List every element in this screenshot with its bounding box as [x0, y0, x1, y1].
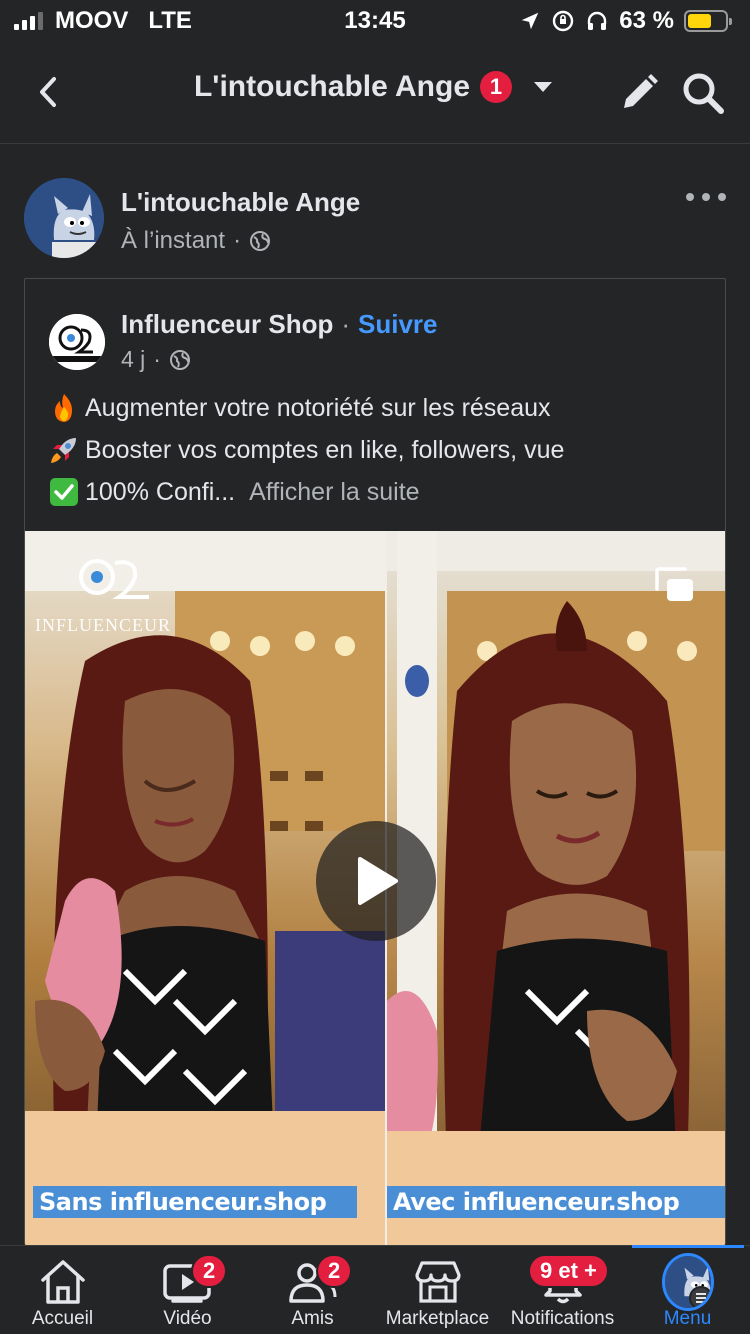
- headphones-icon: [588, 11, 607, 30]
- tab-video[interactable]: Vidéo 2: [125, 1246, 250, 1334]
- meta-separator: ·: [233, 227, 242, 254]
- tab-label: Amis: [291, 1308, 334, 1329]
- orientation-lock-icon: [553, 10, 574, 32]
- woman-after-illustration: [387, 531, 725, 1245]
- tab-label: Notifications: [510, 1308, 615, 1329]
- post-text-line-1: Augmenter votre notoriété sur les réseau…: [85, 394, 551, 422]
- caption-after: Avec influenceur.shop: [387, 1186, 725, 1218]
- influenceur-logo-icon: [49, 314, 105, 370]
- menu-avatar-icon: [661, 1253, 714, 1311]
- shared-post-time[interactable]: 4 j: [121, 346, 145, 373]
- status-bar: MOOV LTE 13:45 63 %: [0, 0, 750, 42]
- battery-icon: [684, 10, 732, 32]
- page-title: L'intouchable Ange: [193, 70, 471, 103]
- tab-label: Menu: [663, 1308, 712, 1329]
- signal-strength-icon: [14, 12, 43, 30]
- post-text-line: Booster vos comptes en like, followers, …: [49, 429, 709, 471]
- shared-page-name[interactable]: Influenceur Shop: [121, 309, 333, 340]
- see-more-link[interactable]: Afficher la suite: [249, 471, 419, 513]
- search-icon: [683, 73, 724, 114]
- rocket-emoji-icon: [49, 435, 79, 465]
- picture-in-picture-button[interactable]: [655, 567, 695, 603]
- dropdown-caret-icon: [530, 74, 556, 100]
- video-player[interactable]: INFLUENCEUR Sans influenceur.shop Avec i…: [25, 531, 725, 1245]
- post-author-name[interactable]: L'intouchable Ange: [121, 187, 360, 218]
- tab-menu[interactable]: Menu: [625, 1246, 750, 1334]
- play-button[interactable]: [316, 821, 436, 941]
- search-button[interactable]: [680, 70, 726, 116]
- hamburger-icon: [688, 1286, 711, 1308]
- network-type: LTE: [148, 7, 192, 34]
- globe-icon: [169, 349, 190, 370]
- caption-before: Sans influenceur.shop: [33, 1186, 357, 1218]
- home-icon: [37, 1256, 89, 1308]
- cartoon-cat-avatar-icon: [24, 178, 104, 258]
- video-panel-after: Avec influenceur.shop: [387, 531, 725, 1245]
- shared-post-meta: 4 j ·: [121, 346, 191, 373]
- active-tab-indicator: [632, 1245, 744, 1248]
- fire-emoji-icon: [49, 393, 79, 423]
- location-arrow-icon: [522, 12, 539, 30]
- edit-button[interactable]: [618, 72, 660, 114]
- clock: 13:45: [344, 7, 406, 34]
- shared-post-card[interactable]: Influenceur Shop · Suivre 4 j · Augmente…: [24, 278, 726, 1245]
- marketplace-icon: [412, 1256, 464, 1308]
- influenceur-watermark-logo: [79, 559, 149, 599]
- meta-separator: ·: [153, 346, 161, 372]
- shop-avatar[interactable]: [49, 314, 105, 370]
- author-avatar[interactable]: [24, 178, 104, 258]
- post-text: Augmenter votre notoriété sur les réseau…: [49, 387, 709, 513]
- battery-percent: 63 %: [619, 7, 674, 34]
- pencil-icon: [624, 74, 658, 108]
- tab-home[interactable]: Accueil: [0, 1246, 125, 1334]
- influenceur-watermark-text: INFLUENCEUR: [35, 615, 171, 635]
- globe-icon: [250, 231, 271, 251]
- tab-label: Vidéo: [163, 1308, 212, 1329]
- friends-badge: 2: [316, 1254, 353, 1288]
- check-mark-emoji-icon: [49, 477, 79, 507]
- post: L'intouchable Ange À l’instant · Influen…: [0, 145, 750, 1245]
- carrier-name: MOOV: [55, 7, 129, 34]
- tab-marketplace[interactable]: Marketplace: [375, 1246, 500, 1334]
- more-options-button[interactable]: [686, 185, 726, 209]
- shared-page-header: Influenceur Shop · Suivre: [121, 309, 438, 340]
- top-header: L'intouchable Ange 1: [0, 42, 750, 144]
- bottom-tab-bar: Accueil Vidéo 2 Amis 2 Marketplace Notif…: [0, 1245, 750, 1334]
- post-text-line-2: Booster vos comptes en like, followers, …: [85, 436, 565, 464]
- tab-friends[interactable]: Amis 2: [250, 1246, 375, 1334]
- tab-notifications[interactable]: Notifications 9 et +: [500, 1246, 625, 1334]
- post-text-line-3: 100% Confi...: [85, 478, 236, 506]
- picture-in-picture-icon: [655, 567, 693, 601]
- notifications-badge: 9 et +: [528, 1254, 609, 1288]
- header-separator: ·: [341, 309, 351, 339]
- video-badge: 2: [191, 1254, 228, 1288]
- post-timestamp[interactable]: À l’instant: [121, 227, 225, 255]
- notification-badge: 1: [480, 71, 513, 103]
- post-meta: À l’instant ·: [121, 227, 271, 255]
- post-text-line: 100% Confi... Afficher la suite: [49, 471, 709, 513]
- follow-button[interactable]: Suivre: [358, 309, 438, 340]
- play-icon: [358, 857, 398, 905]
- tab-label: Accueil: [31, 1308, 94, 1329]
- post-text-line: Augmenter votre notoriété sur les réseau…: [49, 387, 709, 429]
- tab-label: Marketplace: [385, 1308, 490, 1329]
